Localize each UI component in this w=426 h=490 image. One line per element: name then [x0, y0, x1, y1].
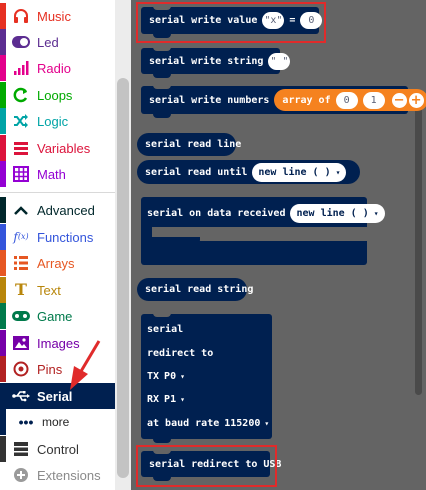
annotation-arrow-icon [70, 340, 101, 390]
